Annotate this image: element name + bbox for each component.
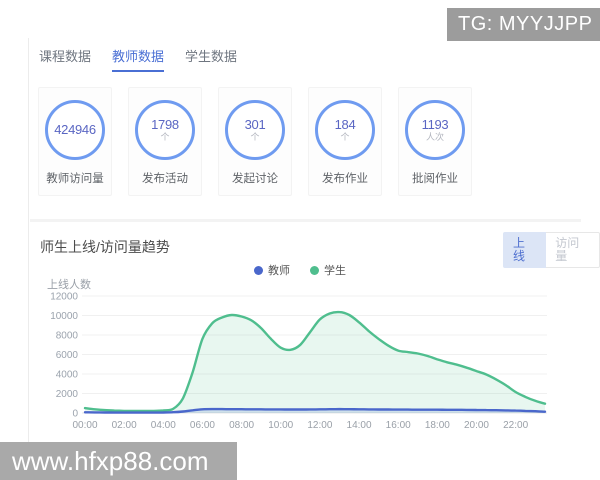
stat-card-published-activities: 1798 个 发布活动: [128, 87, 202, 196]
tab-course-data[interactable]: 课程数据: [39, 46, 91, 72]
stat-value: 184: [334, 117, 356, 132]
stat-card-discussions-started: 301 个 发起讨论: [218, 87, 292, 196]
trend-chart: 0 2000 4000 6000 8000 10000 12000 00:00 02:00 04:…: [50, 292, 547, 431]
x-tick-label: 12:00: [307, 420, 332, 431]
teacher-legend-dot: [254, 265, 263, 275]
stat-circle: 1798 个: [135, 100, 195, 160]
x-tick-label: 04:00: [151, 420, 176, 431]
stat-circle: 1193 人次: [405, 100, 465, 160]
stat-value: 1193: [421, 117, 449, 132]
section-divider: [30, 219, 581, 222]
stat-label: 批阅作业: [412, 173, 458, 185]
stat-unit: 个: [160, 132, 170, 142]
stat-label: 发布作业: [322, 173, 368, 185]
y-tick-label: 0: [72, 409, 78, 420]
y-tick-label: 10000: [50, 311, 78, 322]
stat-value: 424946: [54, 122, 96, 137]
legend-item-teacher[interactable]: 教师: [254, 262, 290, 278]
x-tick-label: 06:00: [190, 420, 215, 431]
stat-label: 发起讨论: [232, 173, 278, 185]
watermark-bottom-left: www.hfxp88.com: [0, 442, 237, 480]
y-tick-label: 4000: [56, 370, 79, 381]
stat-card-teacher-visits: 424946 教师访问量: [38, 87, 112, 196]
stat-circle: 184 个: [315, 100, 375, 160]
legend-label-teacher: 教师: [268, 265, 290, 277]
legend-label-student: 学生: [324, 265, 346, 277]
stat-card-assignments-published: 184 个 发布作业: [308, 87, 382, 196]
panel-left-border: [28, 38, 29, 446]
x-tick-label: 02:00: [112, 420, 137, 431]
data-tabs: 课程数据 教师数据 学生数据: [39, 46, 237, 72]
legend-item-student[interactable]: 学生: [310, 262, 346, 278]
x-tick-label: 18:00: [425, 420, 450, 431]
stat-value: 1798: [151, 117, 179, 132]
tab-student-data[interactable]: 学生数据: [185, 46, 237, 72]
stat-label: 发布活动: [142, 173, 188, 185]
stat-label: 教师访问量: [46, 173, 104, 185]
x-tick-label: 16:00: [386, 420, 411, 431]
x-tick-label: 10:00: [268, 420, 293, 431]
x-tick-label: 08:00: [229, 420, 254, 431]
stat-circle: 424946: [45, 100, 105, 160]
y-tick-label: 6000: [56, 350, 79, 361]
stat-unit: 人次: [425, 132, 444, 142]
y-tick-label: 8000: [56, 331, 79, 342]
x-tick-label: 14:00: [347, 420, 372, 431]
watermark-top-right: TG: MYYJJPP: [447, 8, 600, 41]
stat-circle: 301 个: [225, 100, 285, 160]
tab-teacher-data[interactable]: 教师数据: [112, 46, 165, 72]
stat-value: 301: [244, 117, 266, 132]
stat-card-assignments-graded: 1193 人次 批阅作业: [398, 87, 472, 196]
y-tick-label: 12000: [50, 292, 78, 303]
x-tick-label: 22:00: [503, 420, 528, 431]
x-tick-label: 00:00: [72, 420, 97, 431]
y-tick-label: 2000: [56, 389, 79, 400]
stat-unit: 个: [250, 132, 260, 142]
stat-cards: 424946 教师访问量 1798 个 发布活动 301 个 发起讨论 184 …: [38, 87, 472, 196]
x-tick-label: 20:00: [464, 420, 489, 431]
student-legend-dot: [310, 265, 319, 275]
stat-unit: 个: [340, 132, 350, 142]
trend-section-title: 师生上线/访问量趋势: [40, 239, 170, 255]
